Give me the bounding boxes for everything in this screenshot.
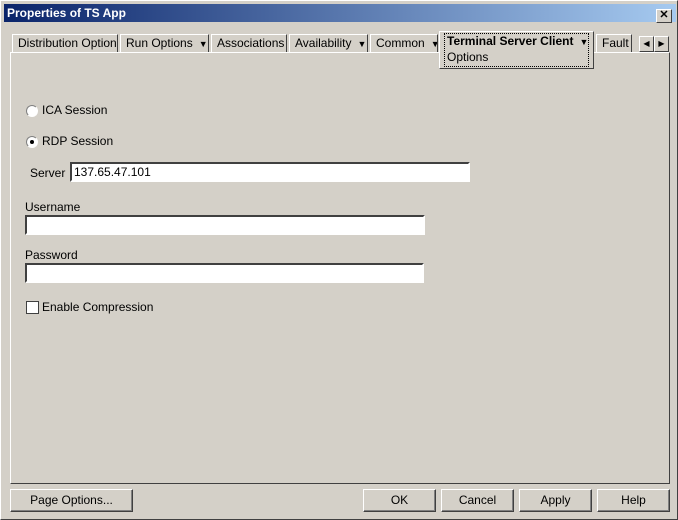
properties-dialog: Properties of TS App ✕ Distribution Opti… xyxy=(0,0,678,520)
close-button[interactable]: ✕ xyxy=(656,9,672,23)
server-input[interactable]: 137.65.47.101 xyxy=(70,162,470,182)
chevron-down-icon[interactable]: ▼ xyxy=(580,37,589,47)
tab-label: Availability xyxy=(295,36,352,50)
server-label: Server xyxy=(30,166,66,180)
page-options-button[interactable]: Page Options... xyxy=(10,489,133,512)
password-input[interactable] xyxy=(25,263,424,283)
enable-compression-label[interactable]: Enable Compression xyxy=(42,300,153,314)
username-label: Username xyxy=(25,200,81,214)
tab-scroll-left-button[interactable]: ◀ xyxy=(639,36,654,52)
password-label: Password xyxy=(25,248,78,262)
tab-scroll-right-button[interactable]: ▶ xyxy=(654,36,669,52)
window-title: Properties of TS App xyxy=(7,6,126,20)
tab-label: Associations xyxy=(217,36,285,50)
tab-common[interactable]: Common ▼ xyxy=(370,34,438,53)
username-input[interactable] xyxy=(25,215,425,235)
apply-button[interactable]: Apply xyxy=(519,489,592,512)
rdp-session-radio[interactable] xyxy=(26,136,38,148)
cancel-button[interactable]: Cancel xyxy=(441,489,514,512)
chevron-down-icon[interactable]: ▼ xyxy=(357,39,366,49)
tab-label: Terminal Server Client xyxy=(447,34,574,48)
tab-label: Distribution Options xyxy=(18,36,118,50)
tab-availability[interactable]: Availability ▼ xyxy=(289,34,368,53)
ica-session-radio[interactable] xyxy=(26,105,38,117)
tab-terminal-server-client[interactable]: Terminal Server Client ▼ Options xyxy=(439,31,594,69)
rdp-session-label[interactable]: RDP Session xyxy=(42,134,113,148)
tab-fault[interactable]: Fault xyxy=(596,34,632,53)
tab-run-options[interactable]: Run Options ▼ xyxy=(120,34,209,53)
chevron-down-icon[interactable]: ▼ xyxy=(199,39,208,49)
title-bar: Properties of TS App ✕ xyxy=(4,4,676,23)
help-button[interactable]: Help xyxy=(597,489,670,512)
ica-session-label[interactable]: ICA Session xyxy=(42,103,107,117)
tab-sublabel-options[interactable]: Options xyxy=(447,50,488,64)
tab-label: Fault xyxy=(602,36,629,50)
tab-label: Run Options xyxy=(126,36,193,50)
tab-associations[interactable]: Associations xyxy=(211,34,287,53)
tab-distribution-options[interactable]: Distribution Options xyxy=(12,34,118,53)
tab-label: Common xyxy=(376,36,425,50)
ok-button[interactable]: OK xyxy=(363,489,436,512)
chevron-down-icon[interactable]: ▼ xyxy=(431,39,437,49)
enable-compression-checkbox[interactable] xyxy=(26,301,39,314)
